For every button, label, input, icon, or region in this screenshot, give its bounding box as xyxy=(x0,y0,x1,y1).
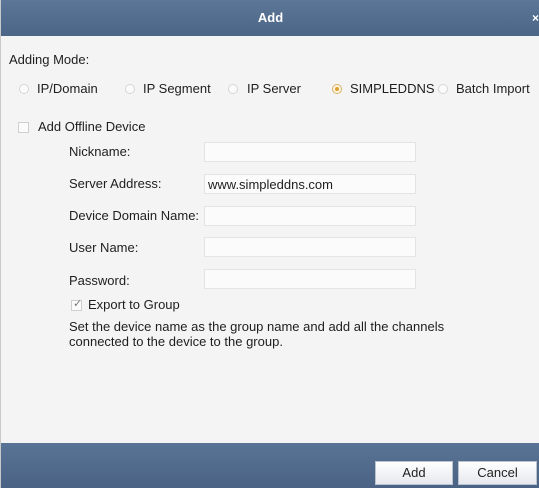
cancel-button[interactable]: Cancel xyxy=(458,461,537,485)
add-button[interactable]: Add xyxy=(375,461,453,485)
adding-mode-label: Adding Mode: xyxy=(9,52,90,67)
export-to-group-description: Set the device name as the group name an… xyxy=(69,319,445,349)
radio-ip-domain[interactable] xyxy=(19,84,29,94)
dialog-title: Add xyxy=(257,10,284,25)
radio-ip-domain-label[interactable]: IP/Domain xyxy=(37,81,98,96)
radio-ip-server-label[interactable]: IP Server xyxy=(247,81,301,96)
radio-ip-server[interactable] xyxy=(228,84,238,94)
checkmark-icon: ✓ xyxy=(73,298,83,310)
radio-ip-segment-label[interactable]: IP Segment xyxy=(143,81,211,96)
nickname-label: Nickname: xyxy=(69,144,131,159)
password-label: Password: xyxy=(69,273,130,288)
radio-simpleddns-label[interactable]: SIMPLEDDNS xyxy=(350,81,435,96)
server-address-label: Server Address: xyxy=(69,176,162,191)
add-offline-device-checkbox[interactable] xyxy=(18,122,29,133)
add-offline-device-label[interactable]: Add Offline Device xyxy=(38,119,145,134)
radio-batch-import-label[interactable]: Batch Import xyxy=(456,81,530,96)
export-to-group-checkbox[interactable]: ✓ xyxy=(71,298,83,311)
device-domain-name-label: Device Domain Name: xyxy=(69,208,200,223)
password-input[interactable] xyxy=(204,269,416,289)
user-name-input[interactable] xyxy=(204,237,416,257)
user-name-label: User Name: xyxy=(69,240,139,255)
close-icon[interactable]: × xyxy=(532,12,539,24)
radio-simpleddns[interactable] xyxy=(332,84,342,94)
radio-ip-segment[interactable] xyxy=(125,84,135,94)
nickname-input[interactable] xyxy=(204,142,416,162)
device-domain-name-input[interactable] xyxy=(204,206,416,226)
radio-batch-import[interactable] xyxy=(438,84,448,94)
title-bar: Add × xyxy=(1,0,539,36)
add-device-dialog: Add × Adding Mode: IP/Domain IP Segment … xyxy=(0,0,539,488)
export-to-group-label[interactable]: Export to Group xyxy=(88,297,180,312)
server-address-input[interactable] xyxy=(204,174,416,194)
